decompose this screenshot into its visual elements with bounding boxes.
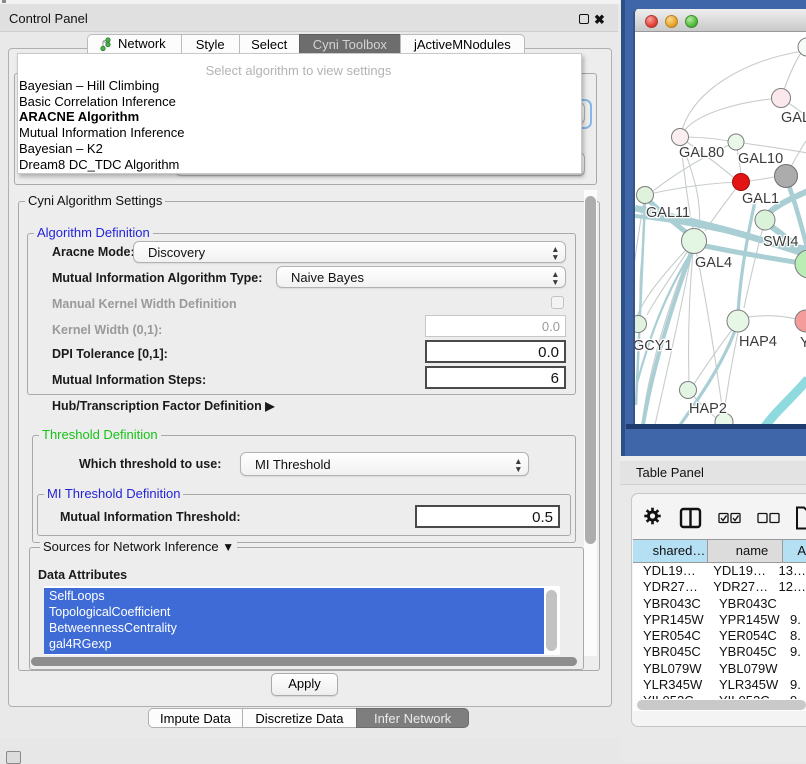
svg-text:HAP4: HAP4 (739, 334, 777, 350)
svg-text:GAL: GAL (781, 110, 806, 126)
svg-text:GAL11: GAL11 (646, 205, 690, 221)
svg-text:Y: Y (800, 335, 806, 351)
svg-text:GCY1: GCY1 (635, 338, 673, 354)
svg-text:SWI4: SWI4 (763, 234, 798, 250)
svg-text:HAP2: HAP2 (689, 401, 727, 417)
svg-text:GAL10: GAL10 (738, 151, 783, 167)
svg-text:GAL4: GAL4 (695, 255, 732, 271)
svg-text:GAL80: GAL80 (679, 145, 724, 161)
svg-text:GAL1: GAL1 (742, 191, 779, 207)
